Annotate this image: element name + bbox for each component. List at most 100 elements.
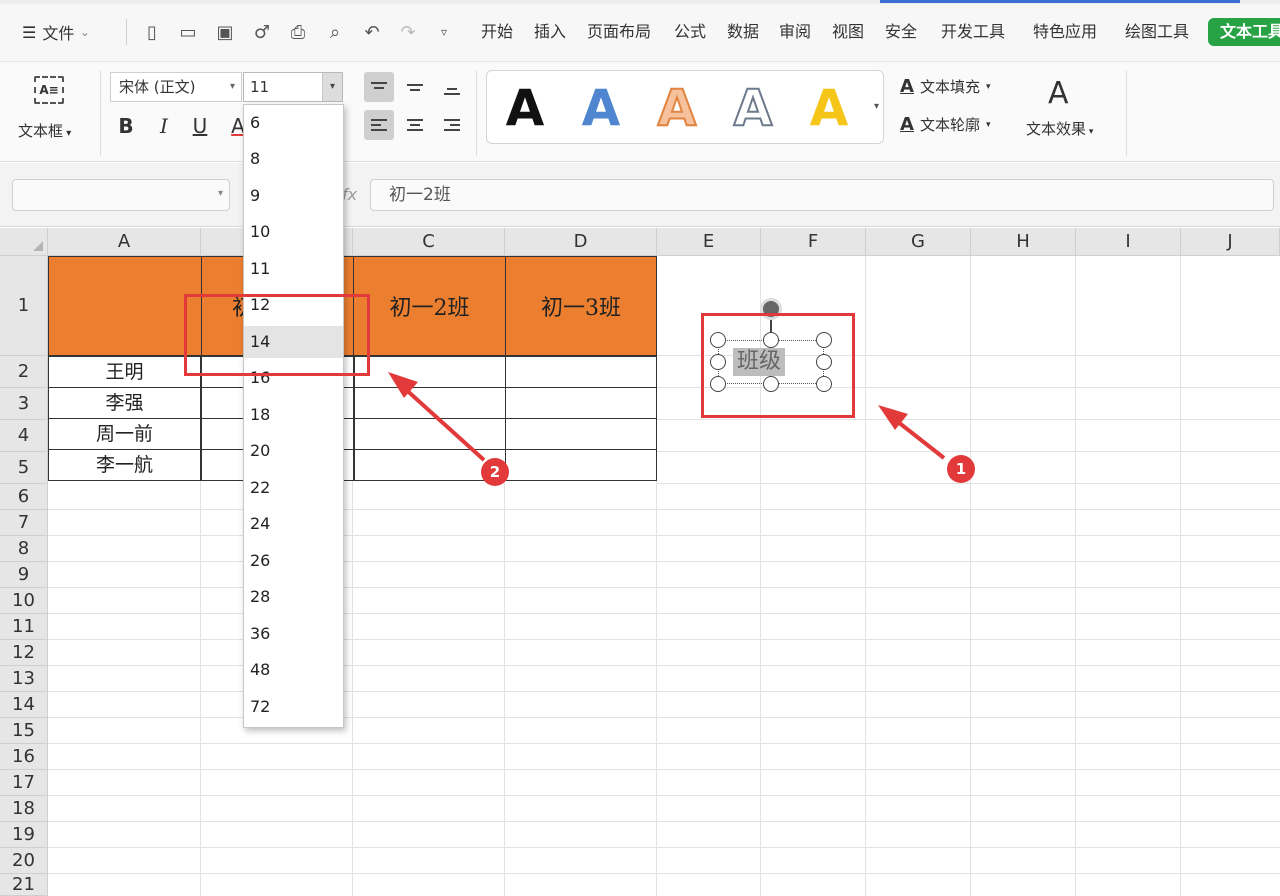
italic-button[interactable]: I <box>150 112 178 140</box>
column-header-e[interactable]: E <box>657 228 761 256</box>
font-size-option[interactable]: 20 <box>244 435 343 467</box>
tab-security[interactable]: 安全 <box>885 21 917 43</box>
name-cell-a4[interactable]: 周一前 <box>48 418 201 450</box>
row-header-4[interactable]: 4 <box>0 420 48 452</box>
row-header-15[interactable]: 15 <box>0 718 48 744</box>
text-effect-button[interactable]: A 文本效果 ▾ <box>1024 74 1114 144</box>
row-header-2[interactable]: 2 <box>0 356 48 388</box>
column-header-h[interactable]: H <box>971 228 1076 256</box>
font-name-select[interactable]: 宋体 (正文) ▾ <box>110 72 242 102</box>
font-size-option[interactable]: 24 <box>244 508 343 540</box>
text-outline-button[interactable]: A 文本轮廓 ▾ <box>900 114 990 135</box>
data-cell[interactable] <box>505 418 657 450</box>
font-size-option[interactable]: 72 <box>244 691 343 723</box>
font-size-option[interactable]: 11 <box>244 253 343 285</box>
tab-data[interactable]: 数据 <box>727 21 759 43</box>
row-header-6[interactable]: 6 <box>0 484 48 510</box>
font-size-option[interactable]: 48 <box>244 654 343 686</box>
gallery-more-icon[interactable]: ▾ <box>874 101 879 112</box>
tab-drawing-tools[interactable]: 绘图工具 <box>1125 21 1189 43</box>
tab-developer[interactable]: 开发工具 <box>941 21 1005 43</box>
header-cell-d1[interactable]: 初一3班 <box>505 256 657 356</box>
row-header-10[interactable]: 10 <box>0 588 48 614</box>
row-header-7[interactable]: 7 <box>0 510 48 536</box>
text-style-orange-outline[interactable]: A <box>647 80 707 136</box>
name-cell-a3[interactable]: 李强 <box>48 387 201 419</box>
font-size-option[interactable]: 9 <box>244 180 343 212</box>
name-cell-a2[interactable]: 王明 <box>48 356 201 388</box>
text-style-blue[interactable]: A <box>571 81 631 135</box>
column-header-a[interactable]: A <box>48 228 201 256</box>
font-size-option[interactable]: 36 <box>244 618 343 650</box>
column-header-f[interactable]: F <box>761 228 866 256</box>
data-cell[interactable] <box>505 449 657 481</box>
text-style-black[interactable]: A <box>495 81 555 135</box>
data-cell[interactable] <box>505 356 657 388</box>
new-document-icon[interactable]: ▯ <box>140 20 164 44</box>
save-icon[interactable]: ▣ <box>213 20 237 44</box>
textbox-button[interactable]: A≡ 文本框 ▾ <box>14 72 86 152</box>
row-header-19[interactable]: 19 <box>0 822 48 848</box>
dropdown-arrow-icon[interactable]: ▾ <box>322 73 342 101</box>
align-center-icon[interactable] <box>400 110 430 140</box>
file-menu[interactable]: ☰ 文件 ⌄ <box>22 20 90 44</box>
align-right-icon[interactable] <box>437 110 467 140</box>
header-cell-a1[interactable] <box>48 256 202 356</box>
tab-home[interactable]: 开始 <box>481 21 513 43</box>
text-style-gold[interactable]: A <box>799 81 859 135</box>
column-header-d[interactable]: D <box>505 228 657 256</box>
redo-icon[interactable]: ↷ <box>396 20 420 44</box>
print-icon[interactable]: ⎙ <box>286 20 310 44</box>
row-header-3[interactable]: 3 <box>0 388 48 420</box>
data-cell[interactable] <box>353 418 506 450</box>
font-size-option[interactable]: 26 <box>244 545 343 577</box>
customize-toolbar-icon[interactable]: ▿ <box>432 20 456 44</box>
tab-special-apps[interactable]: 特色应用 <box>1033 21 1097 43</box>
fx-icon[interactable]: fx <box>342 185 357 204</box>
select-all-corner[interactable] <box>0 228 48 256</box>
align-top-icon[interactable] <box>364 72 394 102</box>
row-header-13[interactable]: 13 <box>0 666 48 692</box>
bold-button[interactable]: B <box>112 112 140 140</box>
row-header-21[interactable]: 21 <box>0 874 48 896</box>
column-header-g[interactable]: G <box>866 228 971 256</box>
row-header-12[interactable]: 12 <box>0 640 48 666</box>
row-header-20[interactable]: 20 <box>0 848 48 874</box>
row-header-16[interactable]: 16 <box>0 744 48 770</box>
tab-view[interactable]: 视图 <box>832 21 864 43</box>
undo-icon[interactable]: ↶ <box>360 20 384 44</box>
column-header-j[interactable]: J <box>1181 228 1280 256</box>
row-header-5[interactable]: 5 <box>0 452 48 484</box>
align-bottom-icon[interactable] <box>437 76 467 106</box>
underline-button[interactable]: U <box>186 112 214 140</box>
tab-formulas[interactable]: 公式 <box>674 21 706 43</box>
name-box[interactable]: ▾ <box>12 179 230 211</box>
column-header-i[interactable]: I <box>1076 228 1181 256</box>
tab-text-tools[interactable]: 文本工具 <box>1208 18 1280 46</box>
font-size-option[interactable]: 28 <box>244 581 343 613</box>
align-left-icon[interactable] <box>364 110 394 140</box>
row-header-9[interactable]: 9 <box>0 562 48 588</box>
formula-input[interactable]: 初一2班 <box>370 179 1274 211</box>
font-size-select[interactable]: 11 ▾ <box>243 72 343 102</box>
text-style-white-outline[interactable]: A <box>723 80 783 136</box>
row-header-1[interactable]: 1 <box>0 256 48 356</box>
row-header-17[interactable]: 17 <box>0 770 48 796</box>
font-size-option[interactable]: 10 <box>244 216 343 248</box>
name-cell-a5[interactable]: 李一航 <box>48 449 201 481</box>
tab-review[interactable]: 审阅 <box>779 21 811 43</box>
row-header-14[interactable]: 14 <box>0 692 48 718</box>
print-preview-icon[interactable]: ⌕ <box>323 20 347 44</box>
row-header-11[interactable]: 11 <box>0 614 48 640</box>
open-folder-icon[interactable]: ▭ <box>176 20 200 44</box>
data-cell[interactable] <box>353 387 506 419</box>
text-fill-button[interactable]: A 文本填充 ▾ <box>900 76 990 97</box>
font-size-option[interactable]: 22 <box>244 472 343 504</box>
row-header-18[interactable]: 18 <box>0 796 48 822</box>
font-size-option[interactable]: 6 <box>244 107 343 139</box>
tab-page-layout[interactable]: 页面布局 <box>587 21 651 43</box>
row-header-8[interactable]: 8 <box>0 536 48 562</box>
font-size-option[interactable]: 8 <box>244 143 343 175</box>
data-cell[interactable] <box>505 387 657 419</box>
font-size-option[interactable]: 18 <box>244 399 343 431</box>
